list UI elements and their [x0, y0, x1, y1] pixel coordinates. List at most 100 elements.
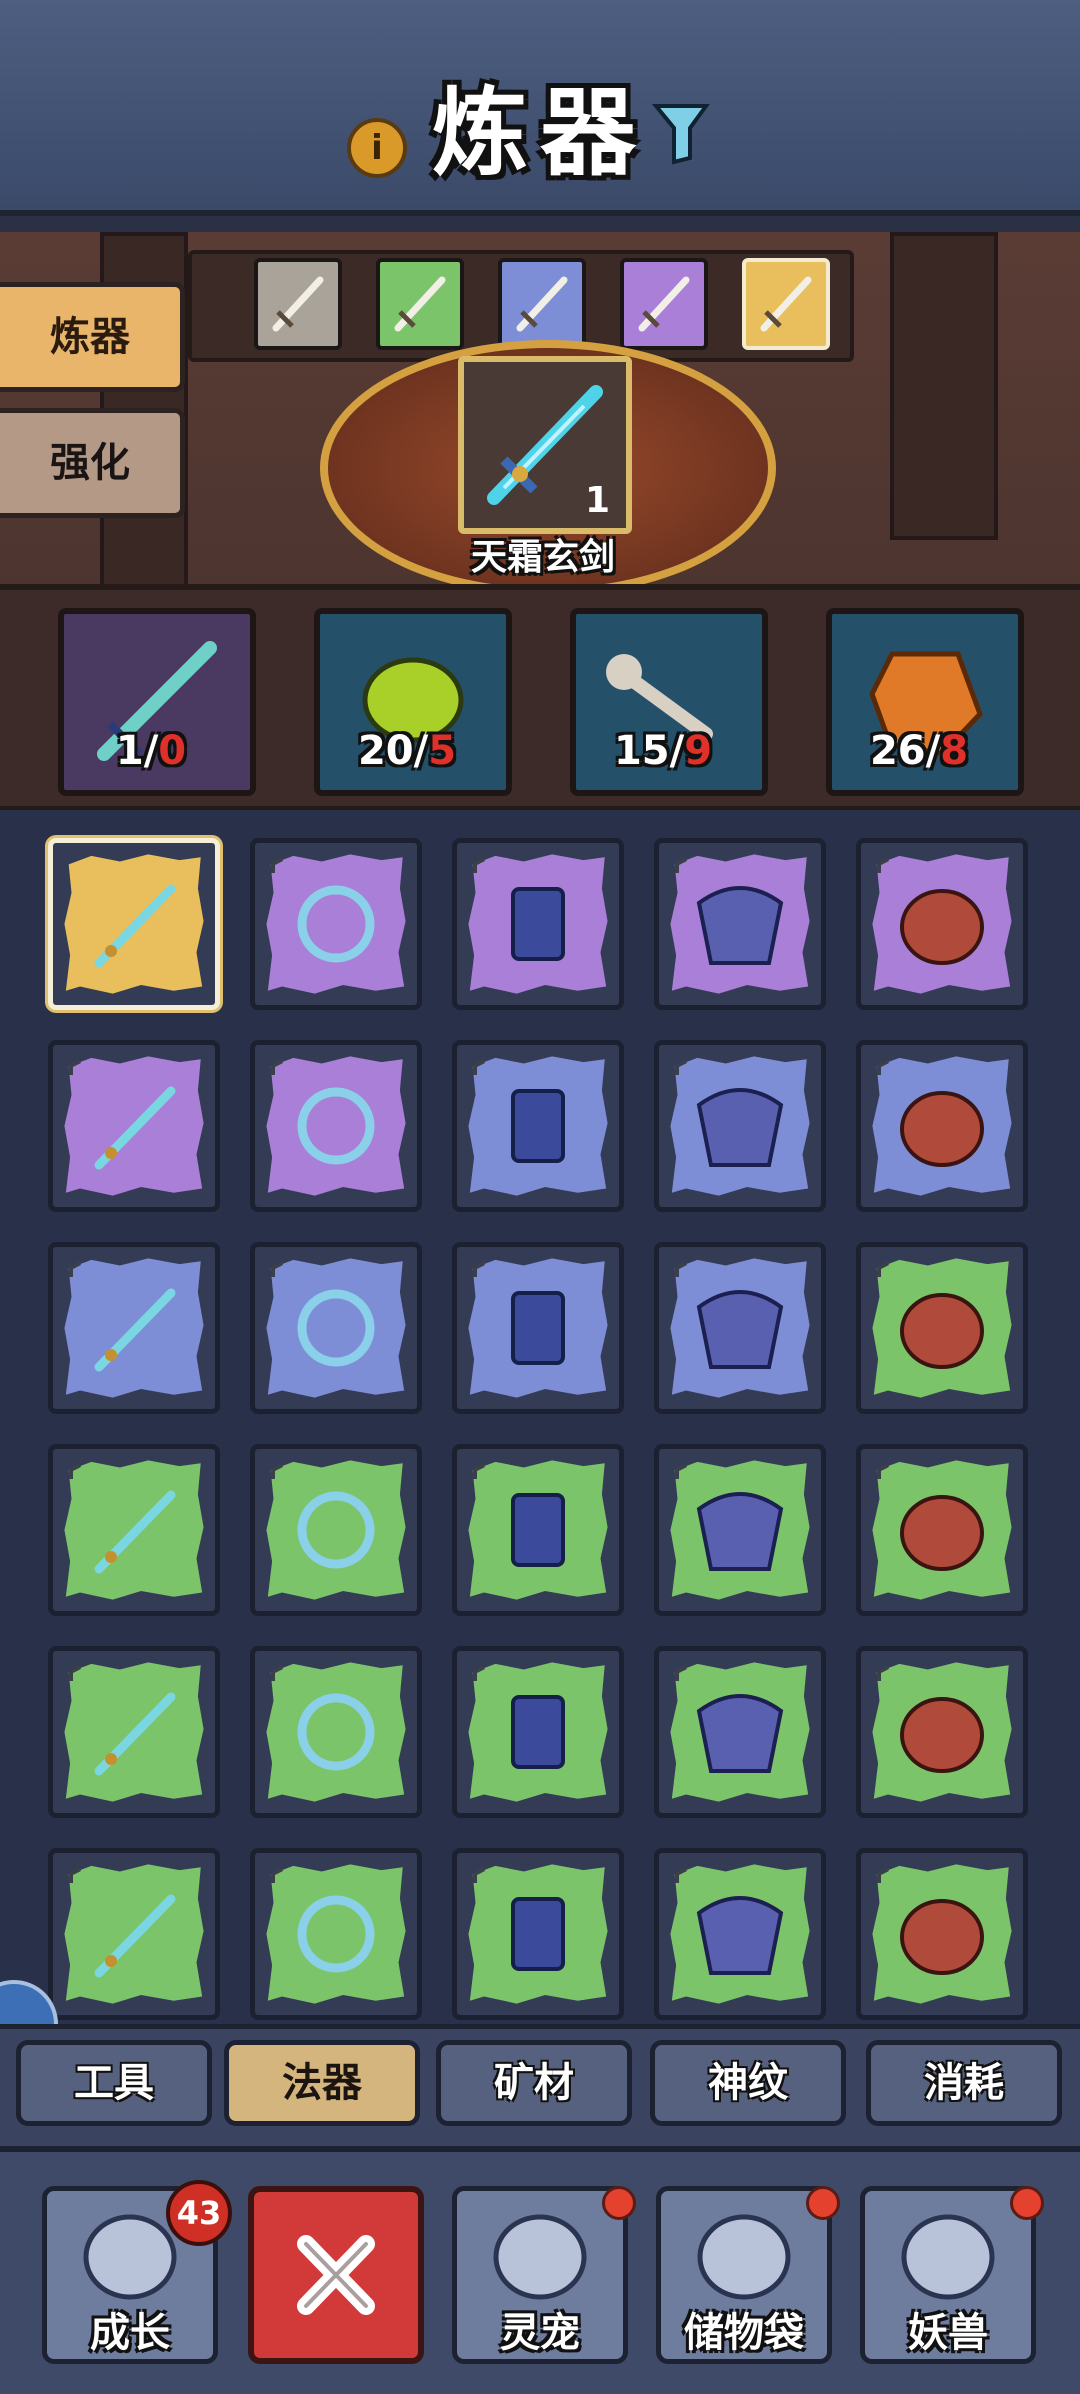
material-need: 5 — [428, 728, 457, 774]
rarity-tier-white[interactable] — [254, 258, 342, 350]
notification-dot — [602, 2186, 636, 2220]
grid-item[interactable] — [48, 1848, 220, 2020]
material-count: 26/8 — [819, 728, 1019, 774]
product-name: 天霜玄剑 — [470, 537, 615, 578]
lock-icon — [473, 1867, 485, 1883]
lock-icon — [271, 1665, 283, 1681]
grid-item[interactable] — [48, 1646, 220, 1818]
lock-icon — [473, 1665, 485, 1681]
bag-icon — [697, 2214, 791, 2300]
tab-refine[interactable]: 炼器 — [0, 282, 185, 392]
lock-icon — [473, 1059, 485, 1075]
lock-icon — [675, 857, 687, 873]
rarity-tier-blue[interactable] — [498, 258, 586, 350]
lock-icon — [675, 1261, 687, 1277]
material-separator: / — [925, 728, 941, 774]
grid-item[interactable] — [856, 1040, 1028, 1212]
grid-item[interactable] — [856, 838, 1028, 1010]
lock-icon — [675, 1463, 687, 1479]
grid-item[interactable] — [654, 1646, 826, 1818]
rarity-tier-gold[interactable] — [742, 258, 830, 350]
grid-item[interactable] — [452, 1444, 624, 1616]
lock-icon — [271, 1867, 283, 1883]
nav-label: 成长 — [90, 2310, 170, 2356]
grid-item[interactable] — [654, 1444, 826, 1616]
material-have: 20 — [357, 728, 414, 774]
grid-item[interactable] — [654, 1242, 826, 1414]
lock-icon — [69, 1261, 81, 1277]
grid-item[interactable] — [250, 1848, 422, 2020]
lock-icon — [473, 1261, 485, 1277]
grid-item[interactable] — [250, 1444, 422, 1616]
nav-label: 妖兽 — [908, 2310, 988, 2356]
rarity-tier-purple[interactable] — [620, 258, 708, 350]
grid-item[interactable] — [452, 1646, 624, 1818]
lock-icon — [675, 1059, 687, 1075]
lock-icon — [877, 1261, 889, 1277]
tab-tools[interactable]: 工具 — [16, 2040, 212, 2126]
lock-icon — [473, 1463, 485, 1479]
grid-item[interactable] — [452, 838, 624, 1010]
grid-item[interactable] — [856, 1444, 1028, 1616]
close-button[interactable] — [248, 2186, 424, 2364]
golden-sword-icon — [94, 884, 176, 968]
grid-item[interactable] — [48, 1444, 220, 1616]
lock-icon — [69, 1059, 81, 1075]
material-need: 8 — [940, 728, 969, 774]
rarity-tier-green[interactable] — [376, 258, 464, 350]
notification-badge: 43 — [166, 2180, 232, 2246]
lock-icon — [271, 1261, 283, 1277]
notification-dot — [1010, 2186, 1044, 2220]
grid-item[interactable] — [48, 1242, 220, 1414]
tab-runes[interactable]: 神纹 — [650, 2040, 846, 2126]
material-separator: / — [143, 728, 159, 774]
lock-icon — [271, 1463, 283, 1479]
grid-item[interactable] — [452, 1040, 624, 1212]
page-title: 炼器 — [432, 77, 648, 189]
material-separator: / — [669, 728, 685, 774]
material-separator: / — [413, 728, 429, 774]
lock-icon — [877, 1665, 889, 1681]
lock-icon — [271, 1059, 283, 1075]
pillar — [890, 232, 998, 540]
grid-item[interactable] — [250, 1040, 422, 1212]
grid-item[interactable] — [654, 838, 826, 1010]
lock-icon — [877, 1867, 889, 1883]
grid-item[interactable] — [452, 1848, 624, 2020]
nav-label: 储物袋 — [684, 2310, 804, 2356]
grid-item[interactable] — [48, 838, 220, 1010]
grid-item[interactable] — [250, 1242, 422, 1414]
grid-item[interactable] — [250, 838, 422, 1010]
material-need: 9 — [684, 728, 713, 774]
tab-ores[interactable]: 矿材 — [436, 2040, 632, 2126]
material-count: 1/0 — [51, 728, 251, 774]
lock-icon — [69, 1867, 81, 1883]
lock-icon — [877, 857, 889, 873]
product-count: 1 — [585, 480, 611, 521]
grid-item[interactable] — [654, 1848, 826, 2020]
grid-item[interactable] — [856, 1242, 1028, 1414]
material-have: 15 — [613, 728, 670, 774]
grid-item[interactable] — [856, 1848, 1028, 2020]
filter-icon[interactable] — [651, 100, 710, 166]
lock-icon — [675, 1867, 687, 1883]
pet-egg-icon — [493, 2214, 587, 2300]
tab-consumables[interactable]: 消耗 — [866, 2040, 1062, 2126]
lock-icon — [473, 857, 485, 873]
grid-item[interactable] — [856, 1646, 1028, 1818]
grid-item[interactable] — [250, 1646, 422, 1818]
lock-icon — [877, 1059, 889, 1075]
tab-enhance[interactable]: 强化 — [0, 408, 185, 518]
material-count: 15/9 — [563, 728, 763, 774]
lock-icon — [675, 1665, 687, 1681]
grid-item[interactable] — [48, 1040, 220, 1212]
notification-dot — [806, 2186, 840, 2220]
lock-icon — [69, 1665, 81, 1681]
tab-artifacts[interactable]: 法器 — [224, 2040, 420, 2126]
material-have: 26 — [869, 728, 926, 774]
beast-icon — [901, 2214, 995, 2300]
grid-item[interactable] — [452, 1242, 624, 1414]
material-need: 0 — [158, 728, 187, 774]
lock-icon — [69, 1463, 81, 1479]
grid-item[interactable] — [654, 1040, 826, 1212]
